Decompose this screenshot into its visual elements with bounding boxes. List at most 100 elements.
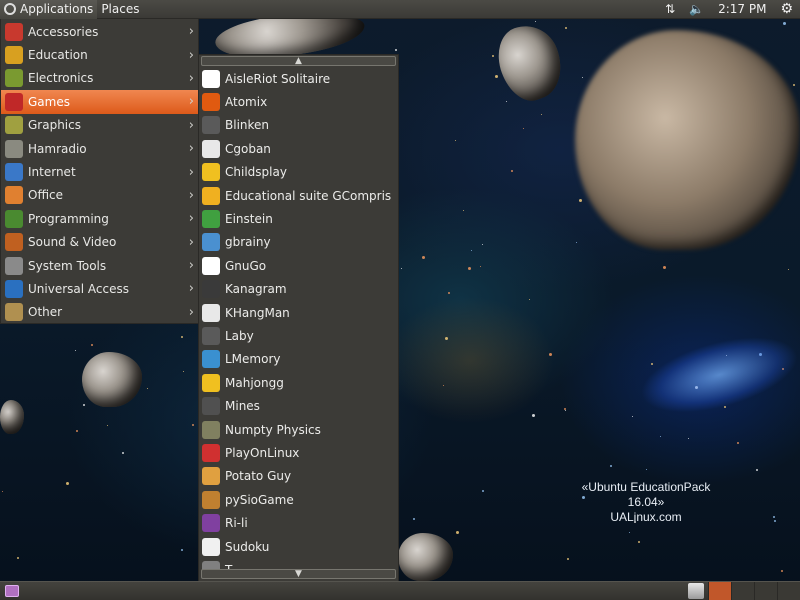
game-item-khangman[interactable]: KHangMan <box>199 301 398 324</box>
games-icon <box>5 92 23 111</box>
star <box>192 424 194 426</box>
einstein-icon <box>202 210 220 229</box>
bottom-panel <box>0 581 800 600</box>
clock[interactable]: 2:17 PM <box>711 0 773 19</box>
cards-icon <box>202 69 220 88</box>
game-item-lmemory[interactable]: LMemory <box>199 348 398 371</box>
game-item-label: Mahjongg <box>225 375 284 390</box>
game-item-mines[interactable]: Mines <box>199 394 398 417</box>
menu-item-label: Universal Access <box>28 281 129 296</box>
places-menu-button[interactable]: Places <box>97 0 143 19</box>
network-icon[interactable]: ⇅ <box>658 0 682 19</box>
playonlinux-icon <box>202 443 220 462</box>
game-item-label: LMemory <box>225 352 281 367</box>
game-item-einstein[interactable]: Einstein <box>199 207 398 230</box>
game-item-childsplay[interactable]: Childsplay <box>199 161 398 184</box>
game-item-pysiogame[interactable]: pySioGame <box>199 488 398 511</box>
game-item-kanagram[interactable]: Kanagram <box>199 278 398 301</box>
menu-item-electronics[interactable]: Electronics › <box>1 67 198 90</box>
star <box>495 75 498 78</box>
game-item-label: Sudoku <box>225 539 270 554</box>
numpty-icon <box>202 420 220 439</box>
menu-item-system-tools[interactable]: System Tools › <box>1 254 198 277</box>
menu-item-graphics[interactable]: Graphics › <box>1 114 198 137</box>
menu-item-label: Education <box>28 48 88 63</box>
gcompris-icon <box>202 186 220 205</box>
workspace-2[interactable] <box>731 582 754 600</box>
menu-item-label: Other <box>28 305 63 320</box>
chevron-right-icon: › <box>188 234 194 250</box>
star <box>482 490 484 492</box>
star <box>413 518 415 520</box>
game-item-playonlinux[interactable]: PlayOnLinux <box>199 441 398 464</box>
menu-item-internet[interactable]: Internet › <box>1 160 198 183</box>
game-item-label: Childsplay <box>225 165 287 180</box>
menu-item-programming[interactable]: Programming › <box>1 207 198 230</box>
game-item-numpty-physics[interactable]: Numpty Physics <box>199 418 398 441</box>
menu-item-label: System Tools <box>28 258 107 273</box>
game-item-laby[interactable]: Laby <box>199 324 398 347</box>
star <box>629 532 630 533</box>
game-item-label: AisleRiot Solitaire <box>225 71 331 86</box>
show-desktop-icon[interactable] <box>5 585 19 597</box>
menu-item-label: Office <box>28 188 64 203</box>
programming-icon <box>5 209 23 228</box>
menu-item-label: Programming <box>28 211 109 226</box>
menu-item-other[interactable]: Other › <box>1 301 198 324</box>
star <box>773 516 775 518</box>
game-item-aisleriot-solitaire[interactable]: AisleRiot Solitaire <box>199 67 398 90</box>
menu-item-accessories[interactable]: Accessories › <box>1 20 198 43</box>
chevron-right-icon: › <box>188 258 194 274</box>
game-item-sudoku[interactable]: Sudoku <box>199 535 398 558</box>
menu-item-label: Accessories <box>28 24 99 39</box>
gbrainy-icon <box>202 233 220 252</box>
star <box>774 520 776 522</box>
game-item-cgoban[interactable]: Cgoban <box>199 137 398 160</box>
scroll-up-button[interactable]: ▲ <box>201 56 396 66</box>
star <box>395 49 397 51</box>
star <box>76 430 78 432</box>
chevron-right-icon: › <box>188 141 194 157</box>
workspace-3[interactable] <box>754 582 777 600</box>
lmemory-icon <box>202 350 220 369</box>
wallpaper-watermark: «Ubuntu EducationPack 16.04» UALinux.com <box>566 480 726 525</box>
menu-item-office[interactable]: Office › <box>1 184 198 207</box>
menu-item-label: Sound & Video <box>28 235 117 250</box>
menu-item-universal-access[interactable]: Universal Access › <box>1 277 198 300</box>
education-icon <box>5 46 23 65</box>
menu-item-sound-video[interactable]: Sound & Video › <box>1 231 198 254</box>
accessories-icon <box>5 22 23 41</box>
game-item-ri-li[interactable]: Ri-li <box>199 511 398 534</box>
gear-icon[interactable]: ⚙ <box>773 0 800 19</box>
workspace-1[interactable] <box>708 582 731 600</box>
office-icon <box>5 186 23 205</box>
menu-item-label: Graphics <box>28 118 81 133</box>
game-item-gbrainy[interactable]: gbrainy <box>199 231 398 254</box>
mahjongg-icon <box>202 373 220 392</box>
game-item-potato-guy[interactable]: Potato Guy <box>199 465 398 488</box>
chevron-right-icon: › <box>188 211 194 227</box>
trash-icon[interactable] <box>688 583 704 599</box>
menu-item-hamradio[interactable]: Hamradio › <box>1 137 198 160</box>
menu-item-games[interactable]: Games › <box>1 90 198 114</box>
game-item-atomix[interactable]: Atomix <box>199 90 398 113</box>
star <box>482 244 483 245</box>
chevron-right-icon: › <box>188 304 194 320</box>
scroll-down-button[interactable]: ▼ <box>201 569 396 579</box>
game-item-label: Kanagram <box>225 282 287 297</box>
game-item-educational-suite-gcompris[interactable]: Educational suite GCompris <box>199 184 398 207</box>
applications-menu-button[interactable]: Applications <box>0 0 98 19</box>
star <box>422 256 425 259</box>
potato-icon <box>202 467 220 486</box>
star <box>529 299 530 300</box>
star <box>564 408 566 410</box>
game-item-blinken[interactable]: Blinken <box>199 114 398 137</box>
game-item-mahjongg[interactable]: Mahjongg <box>199 371 398 394</box>
menu-item-education[interactable]: Education › <box>1 43 198 66</box>
star <box>66 482 69 485</box>
game-item-gnugo[interactable]: GnuGo <box>199 254 398 277</box>
game-item-label: Atomix <box>225 95 268 110</box>
volume-icon[interactable]: 🔈 <box>682 0 711 19</box>
workspace-4[interactable] <box>777 582 800 600</box>
graphics-icon <box>5 116 23 135</box>
